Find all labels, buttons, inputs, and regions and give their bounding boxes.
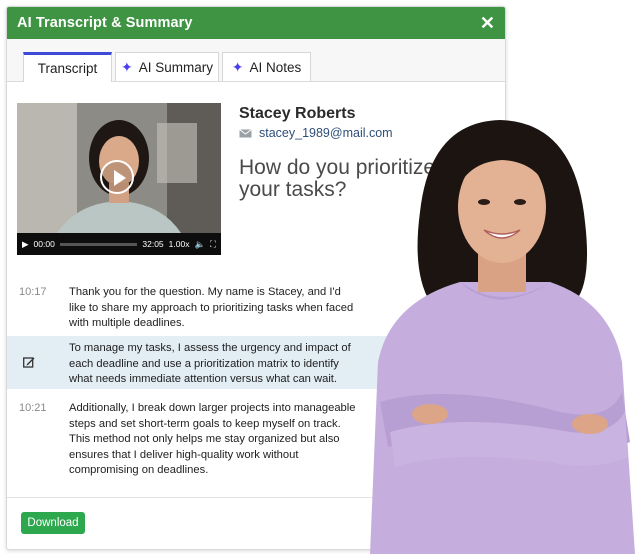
entry-text: Additionally, I break down larger projec… (69, 402, 356, 476)
sparkle-icon: ✦ (231, 58, 244, 75)
video-controls: ▶ 00:00 32:05 1.00x 🔈 ⛶ (17, 233, 221, 255)
title-bar: AI Transcript & Summary ✕ (7, 7, 505, 39)
tab-bar: Transcript ✦ AI Summary ✦ AI Notes (7, 39, 505, 82)
window-title: AI Transcript & Summary (17, 15, 193, 31)
fullscreen-icon[interactable]: ⛶ (210, 239, 216, 250)
video-player[interactable]: ▶ 00:00 32:05 1.00x 🔈 ⛶ (17, 103, 221, 255)
download-button[interactable]: Download (21, 512, 85, 534)
play-icon[interactable]: ▶ (22, 239, 29, 250)
candidate-name: Stacey Roberts (239, 105, 356, 122)
current-time: 00:00 (33, 239, 55, 249)
playback-speed[interactable]: 1.00x (169, 239, 190, 249)
tab-ai-notes-label: AI Notes (249, 59, 302, 75)
close-icon[interactable]: ✕ (480, 14, 495, 32)
tab-transcript[interactable]: Transcript (23, 52, 112, 82)
tab-ai-summary-label: AI Summary (138, 59, 213, 75)
tab-ai-summary[interactable]: ✦ AI Summary (115, 52, 219, 81)
duration: 32:05 (142, 239, 164, 249)
tab-transcript-label: Transcript (37, 61, 98, 76)
tab-ai-notes[interactable]: ✦ AI Notes (222, 52, 311, 81)
entry-timestamp: 10:21 (19, 402, 47, 414)
entry-timestamp: 10:17 (19, 286, 47, 298)
edit-note-icon[interactable] (23, 356, 35, 374)
woman-portrait-image (370, 120, 635, 554)
entry-text: To manage my tasks, I assess the urgency… (69, 342, 351, 385)
sparkle-icon: ✦ (121, 58, 133, 75)
seek-bar[interactable] (59, 242, 138, 246)
play-button[interactable] (100, 160, 134, 194)
volume-icon[interactable]: 🔈 (194, 239, 205, 250)
entry-text: Thank you for the question. My name is S… (69, 286, 354, 329)
mail-icon (239, 128, 252, 137)
